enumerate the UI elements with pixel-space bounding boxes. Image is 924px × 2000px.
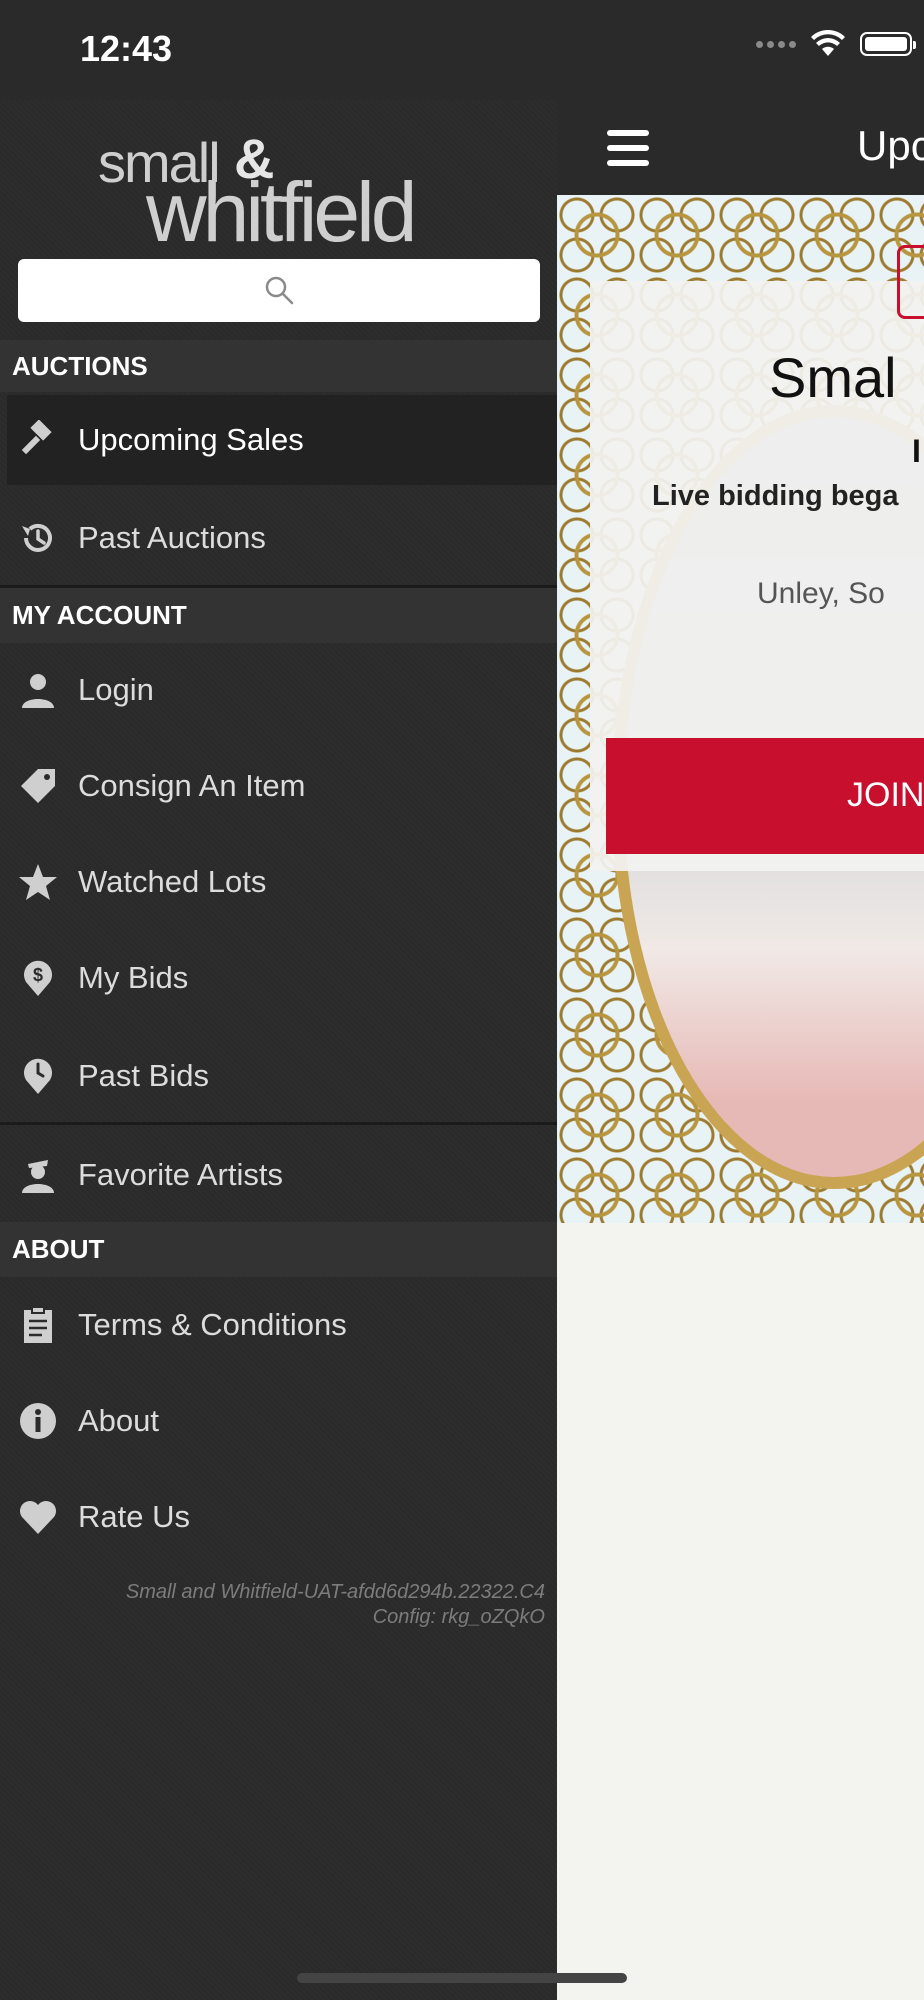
hamburger-icon[interactable] <box>607 130 649 166</box>
auction-hero-banner: Smal I Live bidding bega Unley, So JOIN <box>557 195 924 1223</box>
clock-pin-icon <box>16 1054 60 1098</box>
menu-item-rate-us[interactable]: Rate Us <box>0 1472 557 1562</box>
menu-item-upcoming-sales[interactable]: Upcoming Sales <box>7 395 557 485</box>
menu-item-consign[interactable]: Consign An Item <box>0 741 557 831</box>
navigation-drawer: small & whitfield AUCTIONS Upcoming Sale… <box>0 100 557 2000</box>
version-config: Config: rkg_oZQkO <box>372 1606 545 1628</box>
menu-label: Past Bids <box>78 1058 209 1093</box>
status-icons <box>756 30 916 58</box>
user-icon <box>16 668 60 712</box>
menu-label: My Bids <box>78 960 189 995</box>
menu-label: Terms & Conditions <box>78 1307 347 1342</box>
divider <box>0 1122 557 1125</box>
menu-label: Favorite Artists <box>78 1157 283 1192</box>
info-icon <box>16 1399 60 1443</box>
menu-item-past-bids[interactable]: Past Bids <box>0 1031 557 1121</box>
menu-label: Rate Us <box>78 1499 190 1534</box>
brand-logo: small & whitfield <box>96 127 466 254</box>
menu-item-login[interactable]: Login <box>0 645 557 735</box>
menu-label: Watched Lots <box>78 864 267 899</box>
status-time: 12:43 <box>80 28 173 69</box>
search-input[interactable] <box>18 259 540 322</box>
section-header-my-account: MY ACCOUNT <box>0 588 557 643</box>
menu-item-my-bids[interactable]: $ My Bids <box>0 933 557 1023</box>
menu-item-about[interactable]: About <box>0 1376 557 1466</box>
page-title: Upc <box>857 122 924 169</box>
clipboard-icon <box>16 1303 60 1347</box>
wifi-icon <box>811 30 845 56</box>
battery-icon <box>860 32 916 56</box>
logo-text-whitfield: whitfield <box>146 165 417 259</box>
auction-badge <box>897 245 924 319</box>
menu-item-favorite-artists[interactable]: Favorite Artists <box>0 1130 557 1220</box>
signal-icon <box>756 40 796 48</box>
join-button[interactable]: JOIN <box>606 738 924 854</box>
section-header-about: ABOUT <box>0 1222 557 1277</box>
svg-text:$: $ <box>33 965 43 985</box>
status-bar: 12:43 <box>0 0 924 100</box>
auction-location: Unley, So <box>757 577 885 610</box>
top-navigation-bar: Upc <box>557 100 924 195</box>
auction-subtitle: I <box>912 433 921 469</box>
artist-icon <box>16 1153 60 1197</box>
star-icon <box>16 860 60 904</box>
gavel-icon <box>16 418 60 462</box>
auction-status: Live bidding bega <box>652 480 899 512</box>
menu-label: Past Auctions <box>78 520 266 555</box>
auction-title: Smal <box>769 346 897 409</box>
menu-label: About <box>78 1403 160 1438</box>
menu-label: Login <box>78 672 154 707</box>
version-info: Small and Whitfield-UAT-afdd6d294b.22322… <box>5 1580 545 1630</box>
dollar-pin-icon: $ <box>16 956 60 1000</box>
menu-label: Upcoming Sales <box>78 422 304 457</box>
menu-label: Consign An Item <box>78 768 306 803</box>
version-build: Small and Whitfield-UAT-afdd6d294b.22322… <box>125 1581 545 1603</box>
join-button-label: JOIN <box>847 776 924 814</box>
menu-item-past-auctions[interactable]: Past Auctions <box>0 493 557 583</box>
menu-item-watched-lots[interactable]: Watched Lots <box>0 837 557 927</box>
menu-item-terms[interactable]: Terms & Conditions <box>0 1280 557 1370</box>
heart-icon <box>16 1495 60 1539</box>
section-header-auctions: AUCTIONS <box>0 340 557 392</box>
tag-icon <box>16 764 60 808</box>
home-indicator[interactable] <box>297 1973 627 1983</box>
search-icon <box>265 276 294 305</box>
history-icon <box>16 516 60 560</box>
